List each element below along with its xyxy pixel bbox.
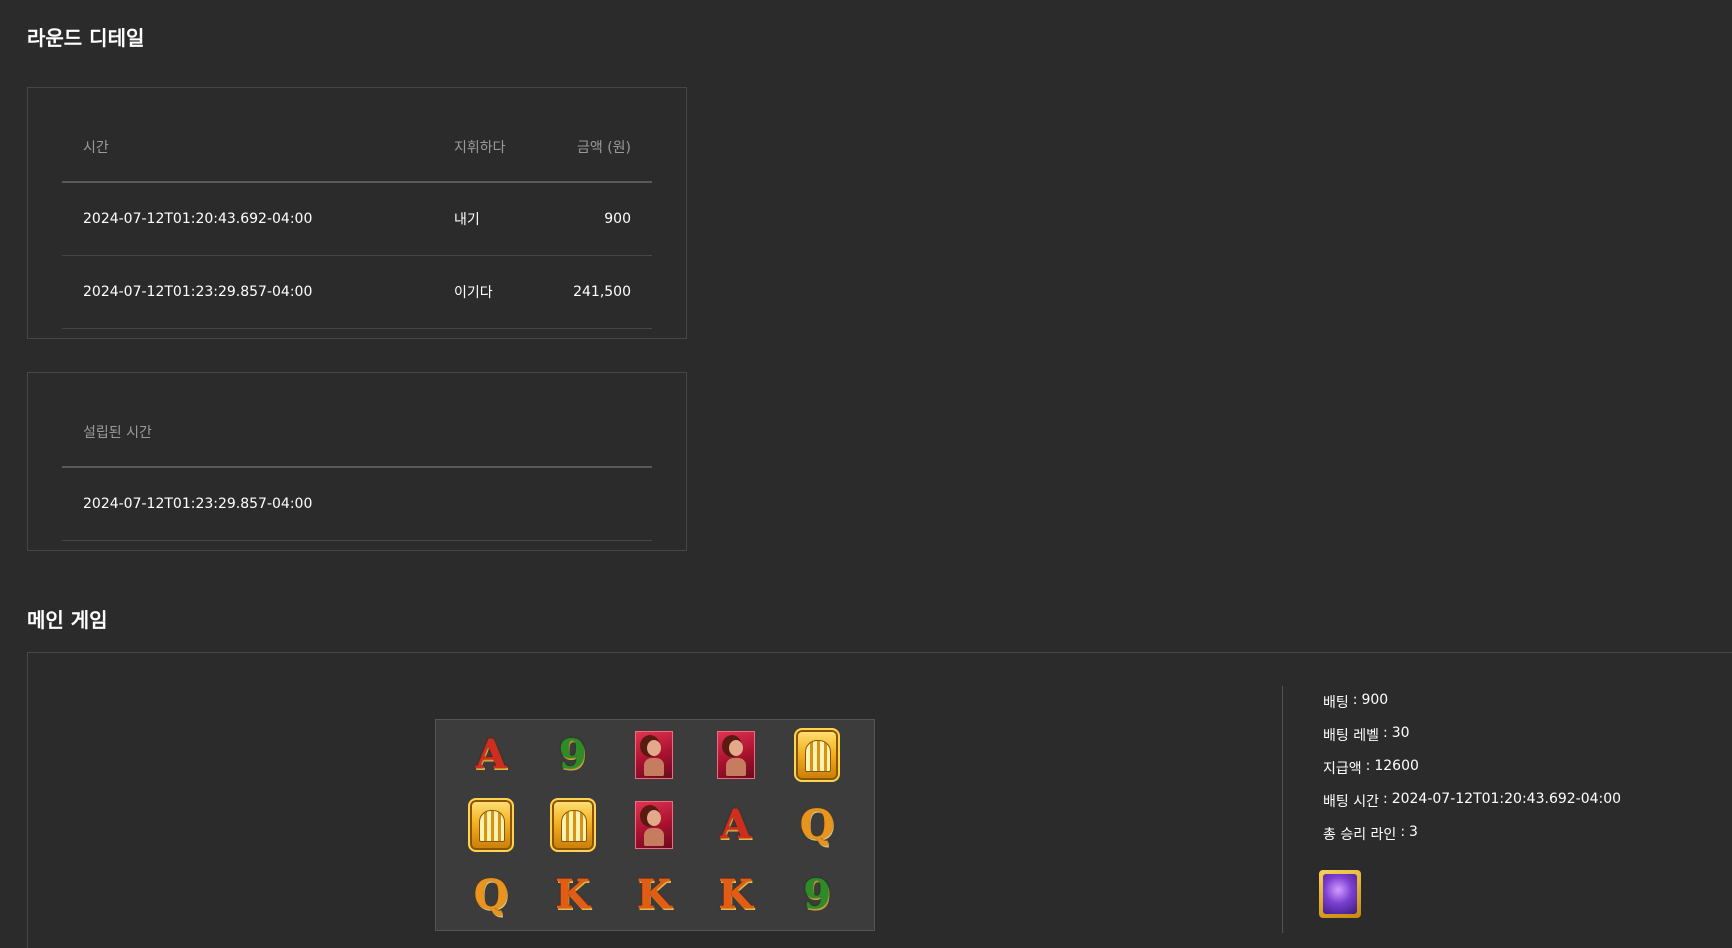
bet-level-value: 30: [1391, 725, 1410, 741]
settlement-table: 설립된 시간 2024-07-12T01:23:29.857-04:00: [62, 397, 652, 541]
win-lines-value: 3: [1409, 824, 1418, 840]
reel-symbol-9: 9: [558, 731, 587, 778]
reel-symbol-A: A: [475, 731, 507, 778]
settlement-header-row: 설립된 시간: [62, 397, 652, 468]
bet-label: 배팅: [1323, 695, 1349, 711]
reel-symbol-Q: Q: [799, 801, 835, 848]
amount-column-header: 금액 (원): [533, 112, 652, 183]
action-column-header: 지휘하다: [433, 112, 533, 183]
win-lines-label: 총 승리 라인: [1323, 827, 1397, 843]
reel-symbol-A: A: [719, 801, 752, 848]
settlement-time-header: 설립된 시간: [62, 397, 652, 468]
reel-symbol-Q: Q: [473, 871, 509, 918]
bet-level-info: 배팅 레벨: 30: [1323, 725, 1410, 744]
reel-symbol-9: 9: [803, 871, 831, 918]
golden-temple-symbol-icon: [461, 795, 521, 855]
row-time: 2024-07-12T01:20:43.692-04:00: [62, 182, 433, 256]
purple-gem-scatter-icon: [1319, 870, 1361, 918]
transaction-header-row: 시간 지휘하다 금액 (원): [62, 112, 652, 183]
row-action: 이기다: [433, 255, 533, 329]
row-action: 내기: [433, 182, 533, 256]
round-detail-page: 라운드 디테일 시간 지휘하다 금액 (원) 2024-07-12T01:20:…: [0, 0, 1732, 948]
payout-value: 12600: [1374, 758, 1419, 774]
row-time: 2024-07-12T01:23:29.857-04:00: [62, 255, 433, 329]
table-row: 2024-07-12T01:23:29.857-04:00 이기다 241,50…: [62, 255, 652, 329]
payout-label: 지급액: [1323, 761, 1362, 777]
win-lines-info: 총 승리 라인: 3: [1323, 824, 1418, 843]
table-row: 2024-07-12T01:20:43.692-04:00 내기 900: [62, 182, 652, 256]
row-amount: 900: [533, 182, 652, 256]
info-divider: [1282, 686, 1283, 933]
payout-info: 지급액: 12600: [1323, 758, 1419, 777]
round-detail-title: 라운드 디테일: [27, 26, 145, 50]
bet-value: 900: [1361, 692, 1389, 708]
bet-info: 배팅: 900: [1323, 692, 1389, 711]
row-amount: 241,500: [533, 255, 652, 329]
settlement-panel: 설립된 시간 2024-07-12T01:23:29.857-04:00: [27, 372, 687, 551]
main-game-title: 메인 게임: [27, 608, 108, 632]
reel-symbol-K: K: [636, 871, 672, 918]
woman-portrait-symbol-icon: [624, 725, 684, 785]
bet-level-label: 배팅 레벨: [1323, 728, 1379, 744]
bet-time-label: 배팅 시간: [1323, 794, 1379, 810]
woman-portrait-symbol-icon: [706, 725, 766, 785]
reel-grid: A9AQQKKK9: [435, 719, 875, 931]
settlement-time: 2024-07-12T01:23:29.857-04:00: [62, 467, 652, 541]
woman-portrait-symbol-icon: [624, 795, 684, 855]
transaction-table: 시간 지휘하다 금액 (원) 2024-07-12T01:20:43.692-0…: [62, 112, 652, 329]
golden-temple-symbol-icon: [787, 725, 847, 785]
golden-temple-symbol-icon: [543, 795, 603, 855]
transaction-panel: 시간 지휘하다 금액 (원) 2024-07-12T01:20:43.692-0…: [27, 87, 687, 339]
bet-time-value: 2024-07-12T01:20:43.692-04:00: [1391, 791, 1622, 807]
reel-symbol-K: K: [555, 871, 590, 918]
bet-time-info: 배팅 시간: 2024-07-12T01:20:43.692-04:00: [1323, 791, 1622, 810]
reel-symbol-K: K: [718, 871, 753, 918]
time-column-header: 시간: [62, 112, 433, 183]
table-row: 2024-07-12T01:23:29.857-04:00: [62, 467, 652, 541]
